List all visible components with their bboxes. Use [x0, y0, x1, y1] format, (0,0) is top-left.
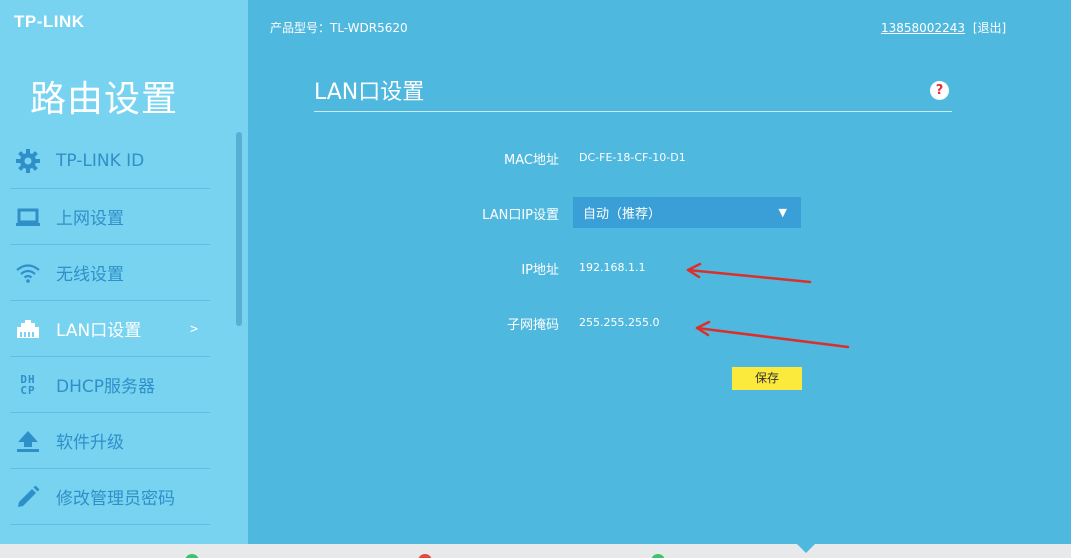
arrow-to-subnet-icon: [695, 320, 850, 349]
pointer-notch-icon: [797, 544, 815, 553]
arrow-to-ip-icon: [686, 262, 812, 284]
bottom-bar: [0, 544, 1071, 558]
annotation-arrows: [686, 262, 850, 349]
